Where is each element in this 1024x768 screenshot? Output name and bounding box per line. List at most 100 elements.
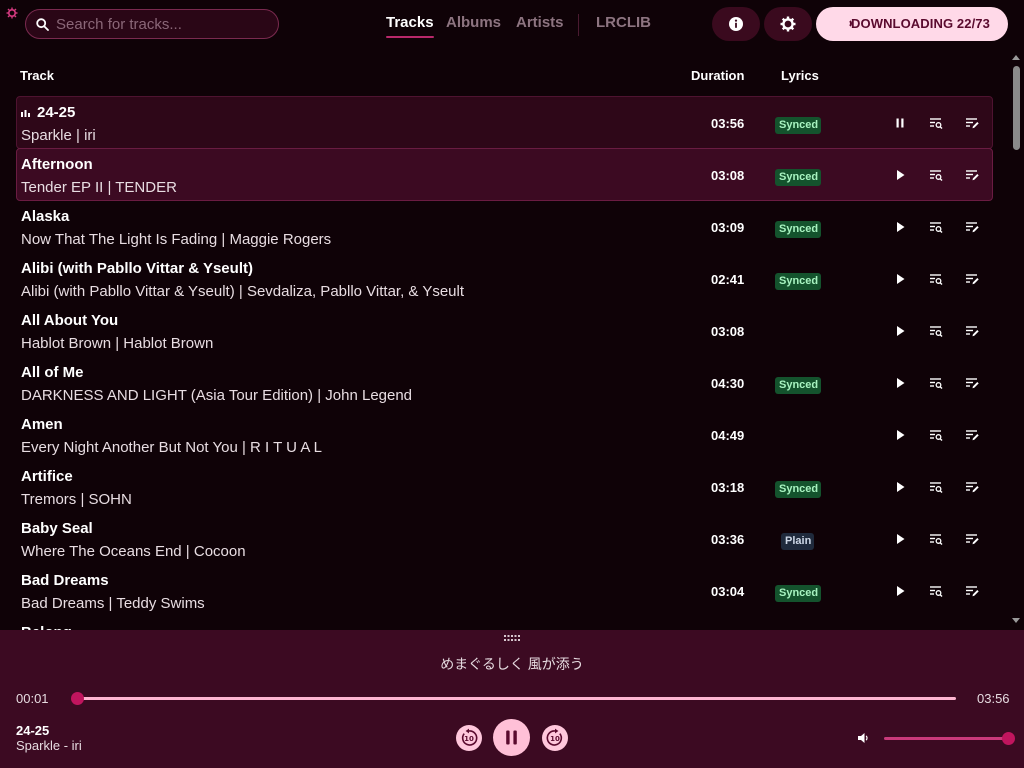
play-track-button[interactable] — [891, 166, 909, 184]
volume-knob[interactable] — [1002, 732, 1015, 745]
edit-lyrics-button[interactable] — [963, 426, 981, 444]
tab-artists[interactable]: Artists — [516, 14, 564, 31]
search-lyrics-icon — [930, 378, 943, 389]
search-lyrics-button[interactable] — [927, 322, 945, 340]
edit-lyrics-icon — [966, 586, 979, 597]
track-album-artist: Alibi (with Pabllo Vittar & Yseult) | Se… — [21, 283, 465, 300]
search-lyrics-button[interactable] — [927, 270, 945, 288]
track-title-text: Artifice — [21, 468, 73, 485]
play-icon — [897, 378, 905, 388]
settings-button[interactable] — [764, 7, 812, 41]
edit-lyrics-button[interactable] — [963, 218, 981, 236]
search-icon — [36, 18, 49, 31]
track-album-artist: Tender EP II | TENDER — [21, 179, 177, 196]
table-row[interactable]: Bad Dreams Bad Dreams | Teddy Swims 03:04 S… — [16, 564, 993, 617]
settings-cog-icon[interactable] — [6, 7, 18, 19]
search-lyrics-icon — [930, 222, 943, 233]
edit-lyrics-icon — [966, 326, 979, 337]
play-track-button[interactable] — [891, 530, 909, 548]
table-row[interactable]: All About You Hablot Brown | Hablot Brown… — [16, 304, 993, 357]
scroll-thumb[interactable] — [1013, 66, 1020, 150]
tab-lrclib[interactable]: LRCLIB — [596, 14, 651, 31]
play-track-button[interactable] — [891, 270, 909, 288]
scrollbar[interactable] — [1008, 48, 1024, 630]
search-lyrics-button[interactable] — [927, 114, 945, 132]
drag-handle-icon[interactable] — [504, 635, 520, 641]
search-lyrics-button[interactable] — [927, 374, 945, 392]
column-header-lyrics[interactable]: Lyrics — [781, 68, 819, 83]
track-title: Artifice — [21, 468, 73, 485]
scroll-down-arrow-icon[interactable] — [1012, 616, 1020, 624]
search-input[interactable] — [56, 15, 271, 34]
edit-lyrics-button[interactable] — [963, 114, 981, 132]
volume-icon[interactable] — [858, 732, 870, 744]
edit-lyrics-button[interactable] — [963, 530, 981, 548]
track-album-artist: Hablot Brown | Hablot Brown — [21, 335, 214, 352]
forward-10-button[interactable]: 10 — [542, 725, 568, 751]
table-row[interactable]: All of Me DARKNESS AND LIGHT (Asia Tour E… — [16, 356, 993, 409]
forward-10-icon: 10 — [546, 728, 563, 746]
column-header-track[interactable]: Track — [20, 68, 54, 83]
table-row[interactable]: 24-25 Sparkle | iri 03:56 Synced — [16, 96, 993, 149]
table-row[interactable]: Alibi (with Pabllo Vittar & Yseult) Alibi… — [16, 252, 993, 305]
track-list: 24-25 Sparkle | iri 03:56 Synced Afternoon Te… — [0, 96, 1008, 630]
play-icon — [897, 534, 905, 544]
table-row[interactable]: Baby Seal Where The Oceans End | Cocoon 03… — [16, 512, 993, 565]
table-row[interactable]: Alaska Now That The Light Is Fading | Mag… — [16, 200, 993, 253]
edit-lyrics-button[interactable] — [963, 478, 981, 496]
lyrics-status-badge: Synced — [775, 273, 821, 290]
column-header-duration[interactable]: Duration — [691, 68, 744, 83]
rewind-10-button[interactable]: 10 — [456, 725, 482, 751]
volume-slider[interactable] — [884, 732, 1015, 745]
track-duration: 03:08 — [711, 168, 745, 183]
track-title: All About You — [21, 312, 118, 329]
track-title: Bad Dreams — [21, 572, 109, 589]
pause-button[interactable] — [493, 719, 530, 756]
track-title-text: Amen — [21, 416, 63, 433]
search-lyrics-icon — [930, 534, 943, 545]
play-track-button[interactable] — [891, 374, 909, 392]
edit-lyrics-button[interactable] — [963, 582, 981, 600]
play-icon — [897, 430, 905, 440]
scroll-up-arrow-icon[interactable] — [1012, 54, 1020, 62]
play-track-button[interactable] — [891, 426, 909, 444]
tab-tracks[interactable]: Tracks — [386, 14, 434, 38]
track-album-artist: Bad Dreams | Teddy Swims — [21, 595, 205, 612]
track-album-artist: Sparkle | iri — [21, 127, 96, 144]
search-lyrics-button[interactable] — [927, 426, 945, 444]
edit-lyrics-button[interactable] — [963, 166, 981, 184]
search-lyrics-button[interactable] — [927, 478, 945, 496]
table-row[interactable]: Afternoon Tender EP II | TENDER 03:08 Synce… — [16, 148, 993, 201]
search-lyrics-button[interactable] — [927, 530, 945, 548]
edit-lyrics-button[interactable] — [963, 322, 981, 340]
svg-text:10: 10 — [550, 735, 560, 743]
current-lyric-line: めまぐるしく 風が添う — [440, 656, 584, 672]
play-icon — [897, 586, 905, 596]
play-track-button[interactable] — [891, 322, 909, 340]
track-album-artist: DARKNESS AND LIGHT (Asia Tour Edition) |… — [21, 387, 413, 404]
edit-lyrics-button[interactable] — [963, 374, 981, 392]
edit-lyrics-button[interactable] — [963, 270, 981, 288]
info-button[interactable] — [712, 7, 760, 41]
track-title-text: Baby Seal — [21, 520, 93, 537]
edit-lyrics-icon — [966, 534, 979, 545]
play-track-button[interactable] — [891, 218, 909, 236]
table-row[interactable]: Artifice Tremors | SOHN 03:18 Synced — [16, 460, 993, 513]
search-box[interactable] — [25, 9, 279, 39]
tab-albums[interactable]: Albums — [446, 14, 501, 31]
downloading-button[interactable]: DOWNLOADING 22/73 — [816, 7, 1008, 41]
table-row[interactable]: Amen Every Night Another But Not You | R … — [16, 408, 993, 461]
play-track-button[interactable] — [891, 478, 909, 496]
search-lyrics-button[interactable] — [927, 218, 945, 236]
pause-icon — [506, 730, 517, 745]
track-duration: 02:41 — [711, 272, 745, 287]
nav-divider — [578, 14, 579, 36]
search-lyrics-button[interactable] — [927, 166, 945, 184]
progress-knob[interactable] — [70, 692, 84, 705]
search-lyrics-button[interactable] — [927, 582, 945, 600]
pause-track-button[interactable] — [891, 114, 909, 132]
play-icon — [897, 274, 905, 284]
play-track-button[interactable] — [891, 582, 909, 600]
progress-bar[interactable] — [70, 692, 956, 705]
table-row[interactable]: Belong — [16, 616, 993, 630]
